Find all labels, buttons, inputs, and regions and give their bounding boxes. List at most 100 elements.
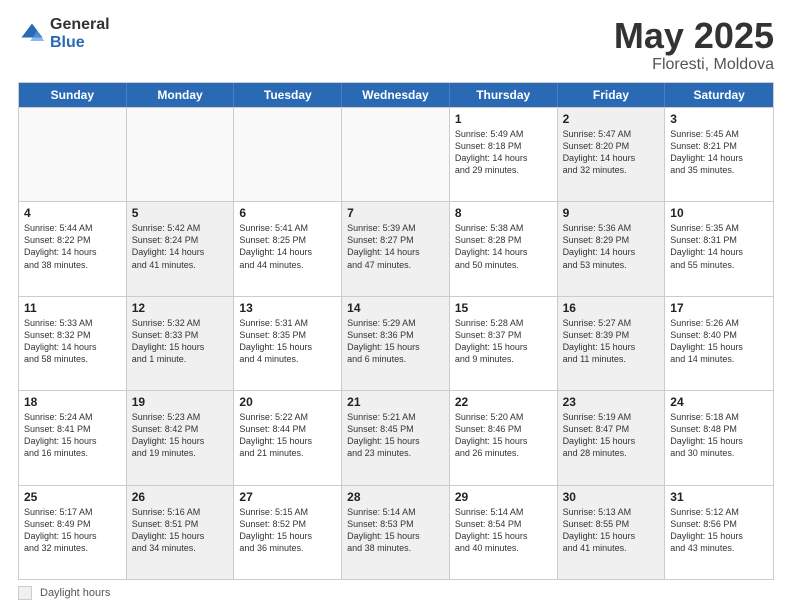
- table-row: 20 Sunrise: 5:22 AM Sunset: 8:44 PM Dayli…: [234, 391, 342, 484]
- day-number: 31: [670, 490, 768, 504]
- day-detail: Sunrise: 5:18 AM Sunset: 8:48 PM Dayligh…: [670, 411, 768, 460]
- legend: Daylight hours: [18, 586, 774, 600]
- calendar-day-header: Friday: [558, 83, 666, 107]
- calendar: SundayMondayTuesdayWednesdayThursdayFrid…: [18, 82, 774, 580]
- header: General Blue May 2025 Floresti, Moldova: [18, 16, 774, 74]
- table-row: 2Sunrise: 5:47 AM Sunset: 8:20 PM Daylig…: [558, 108, 666, 201]
- table-row: [19, 108, 127, 201]
- table-row: 28Sunrise: 5:14 AM Sunset: 8:53 PM Dayli…: [342, 486, 450, 579]
- table-row: 31 Sunrise: 5:12 AM Sunset: 8:56 PM Dayli…: [665, 486, 773, 579]
- calendar-week: 25 Sunrise: 5:17 AM Sunset: 8:49 PM Dayli…: [19, 485, 773, 579]
- calendar-day-header: Wednesday: [342, 83, 450, 107]
- day-detail: Sunrise: 5:24 AM Sunset: 8:41 PM Dayligh…: [24, 411, 121, 460]
- day-number: 15: [455, 301, 552, 315]
- day-number: 4: [24, 206, 121, 220]
- day-number: 1: [455, 112, 552, 126]
- table-row: 16Sunrise: 5:27 AM Sunset: 8:39 PM Dayli…: [558, 297, 666, 390]
- logo-general: General: [50, 16, 110, 34]
- day-number: 23: [563, 395, 660, 409]
- table-row: 19 Sunrise: 5:23 AM Sunset: 8:42 PM Dayli…: [127, 391, 235, 484]
- table-row: [342, 108, 450, 201]
- day-detail: Sunrise: 5:28 AM Sunset: 8:37 PM Dayligh…: [455, 317, 552, 366]
- day-number: 30: [563, 490, 660, 504]
- day-number: 7: [347, 206, 444, 220]
- day-detail: Sunrise: 5:15 AM Sunset: 8:52 PM Dayligh…: [239, 506, 336, 555]
- day-detail: Sunrise: 5:44 AM Sunset: 8:22 PM Dayligh…: [24, 222, 121, 271]
- table-row: 4 Sunrise: 5:44 AM Sunset: 8:22 PM Daylig…: [19, 202, 127, 295]
- day-detail: Sunrise: 5:16 AM Sunset: 8:51 PM Dayligh…: [132, 506, 229, 555]
- table-row: 15 Sunrise: 5:28 AM Sunset: 8:37 PM Dayli…: [450, 297, 558, 390]
- table-row: 29 Sunrise: 5:14 AM Sunset: 8:54 PM Dayli…: [450, 486, 558, 579]
- day-detail: Sunrise: 5:22 AM Sunset: 8:44 PM Dayligh…: [239, 411, 336, 460]
- table-row: 7Sunrise: 5:39 AM Sunset: 8:27 PM Daylig…: [342, 202, 450, 295]
- day-number: 19: [132, 395, 229, 409]
- table-row: 17 Sunrise: 5:26 AM Sunset: 8:40 PM Dayli…: [665, 297, 773, 390]
- logo: General Blue: [18, 16, 110, 51]
- table-row: 5 Sunrise: 5:42 AM Sunset: 8:24 PM Daylig…: [127, 202, 235, 295]
- logo-icon: [18, 20, 46, 48]
- day-detail: Sunrise: 5:33 AM Sunset: 8:32 PM Dayligh…: [24, 317, 121, 366]
- day-detail: Sunrise: 5:29 AM Sunset: 8:36 PM Dayligh…: [347, 317, 444, 366]
- day-number: 12: [132, 301, 229, 315]
- table-row: 21 Sunrise: 5:21 AM Sunset: 8:45 PM Dayli…: [342, 391, 450, 484]
- table-row: 26 Sunrise: 5:16 AM Sunset: 8:51 PM Dayli…: [127, 486, 235, 579]
- calendar-body: 1Sunrise: 5:49 AM Sunset: 8:18 PM Daylig…: [19, 107, 773, 579]
- calendar-day-header: Saturday: [665, 83, 773, 107]
- calendar-day-header: Tuesday: [234, 83, 342, 107]
- legend-box: [18, 586, 32, 600]
- day-number: 26: [132, 490, 229, 504]
- table-row: 3Sunrise: 5:45 AM Sunset: 8:21 PM Daylig…: [665, 108, 773, 201]
- day-detail: Sunrise: 5:23 AM Sunset: 8:42 PM Dayligh…: [132, 411, 229, 460]
- day-detail: Sunrise: 5:14 AM Sunset: 8:53 PM Dayligh…: [347, 506, 444, 555]
- day-number: 29: [455, 490, 552, 504]
- day-detail: Sunrise: 5:20 AM Sunset: 8:46 PM Dayligh…: [455, 411, 552, 460]
- day-number: 11: [24, 301, 121, 315]
- day-number: 17: [670, 301, 768, 315]
- day-number: 21: [347, 395, 444, 409]
- table-row: 18 Sunrise: 5:24 AM Sunset: 8:41 PM Dayli…: [19, 391, 127, 484]
- day-number: 3: [670, 112, 768, 126]
- day-number: 20: [239, 395, 336, 409]
- page: General Blue May 2025 Floresti, Moldova …: [0, 0, 792, 612]
- day-number: 5: [132, 206, 229, 220]
- table-row: [127, 108, 235, 201]
- day-number: 6: [239, 206, 336, 220]
- day-number: 25: [24, 490, 121, 504]
- table-row: 1Sunrise: 5:49 AM Sunset: 8:18 PM Daylig…: [450, 108, 558, 201]
- logo-blue: Blue: [50, 34, 110, 52]
- calendar-location: Floresti, Moldova: [614, 56, 774, 74]
- day-detail: Sunrise: 5:41 AM Sunset: 8:25 PM Dayligh…: [239, 222, 336, 271]
- day-detail: Sunrise: 5:13 AM Sunset: 8:55 PM Dayligh…: [563, 506, 660, 555]
- table-row: 10Sunrise: 5:35 AM Sunset: 8:31 PM Dayli…: [665, 202, 773, 295]
- day-number: 13: [239, 301, 336, 315]
- table-row: 24Sunrise: 5:18 AM Sunset: 8:48 PM Dayli…: [665, 391, 773, 484]
- logo-text: General Blue: [50, 16, 110, 51]
- calendar-week: 1Sunrise: 5:49 AM Sunset: 8:18 PM Daylig…: [19, 107, 773, 201]
- table-row: 6 Sunrise: 5:41 AM Sunset: 8:25 PM Daylig…: [234, 202, 342, 295]
- day-detail: Sunrise: 5:47 AM Sunset: 8:20 PM Dayligh…: [563, 128, 660, 177]
- day-number: 18: [24, 395, 121, 409]
- calendar-week: 18 Sunrise: 5:24 AM Sunset: 8:41 PM Dayli…: [19, 390, 773, 484]
- day-number: 10: [670, 206, 768, 220]
- table-row: 12Sunrise: 5:32 AM Sunset: 8:33 PM Dayli…: [127, 297, 235, 390]
- table-row: 11 Sunrise: 5:33 AM Sunset: 8:32 PM Dayli…: [19, 297, 127, 390]
- day-number: 8: [455, 206, 552, 220]
- day-detail: Sunrise: 5:12 AM Sunset: 8:56 PM Dayligh…: [670, 506, 768, 555]
- day-detail: Sunrise: 5:27 AM Sunset: 8:39 PM Dayligh…: [563, 317, 660, 366]
- day-detail: Sunrise: 5:42 AM Sunset: 8:24 PM Dayligh…: [132, 222, 229, 271]
- legend-label: Daylight hours: [40, 587, 110, 599]
- table-row: 22Sunrise: 5:20 AM Sunset: 8:46 PM Dayli…: [450, 391, 558, 484]
- table-row: 30 Sunrise: 5:13 AM Sunset: 8:55 PM Dayli…: [558, 486, 666, 579]
- table-row: 8Sunrise: 5:38 AM Sunset: 8:28 PM Daylig…: [450, 202, 558, 295]
- table-row: 9Sunrise: 5:36 AM Sunset: 8:29 PM Daylig…: [558, 202, 666, 295]
- table-row: [234, 108, 342, 201]
- day-detail: Sunrise: 5:26 AM Sunset: 8:40 PM Dayligh…: [670, 317, 768, 366]
- calendar-day-header: Monday: [127, 83, 235, 107]
- day-detail: Sunrise: 5:21 AM Sunset: 8:45 PM Dayligh…: [347, 411, 444, 460]
- day-detail: Sunrise: 5:14 AM Sunset: 8:54 PM Dayligh…: [455, 506, 552, 555]
- day-detail: Sunrise: 5:17 AM Sunset: 8:49 PM Dayligh…: [24, 506, 121, 555]
- table-row: 13Sunrise: 5:31 AM Sunset: 8:35 PM Dayli…: [234, 297, 342, 390]
- calendar-week: 4 Sunrise: 5:44 AM Sunset: 8:22 PM Daylig…: [19, 201, 773, 295]
- table-row: 23Sunrise: 5:19 AM Sunset: 8:47 PM Dayli…: [558, 391, 666, 484]
- calendar-title: May 2025: [614, 16, 774, 56]
